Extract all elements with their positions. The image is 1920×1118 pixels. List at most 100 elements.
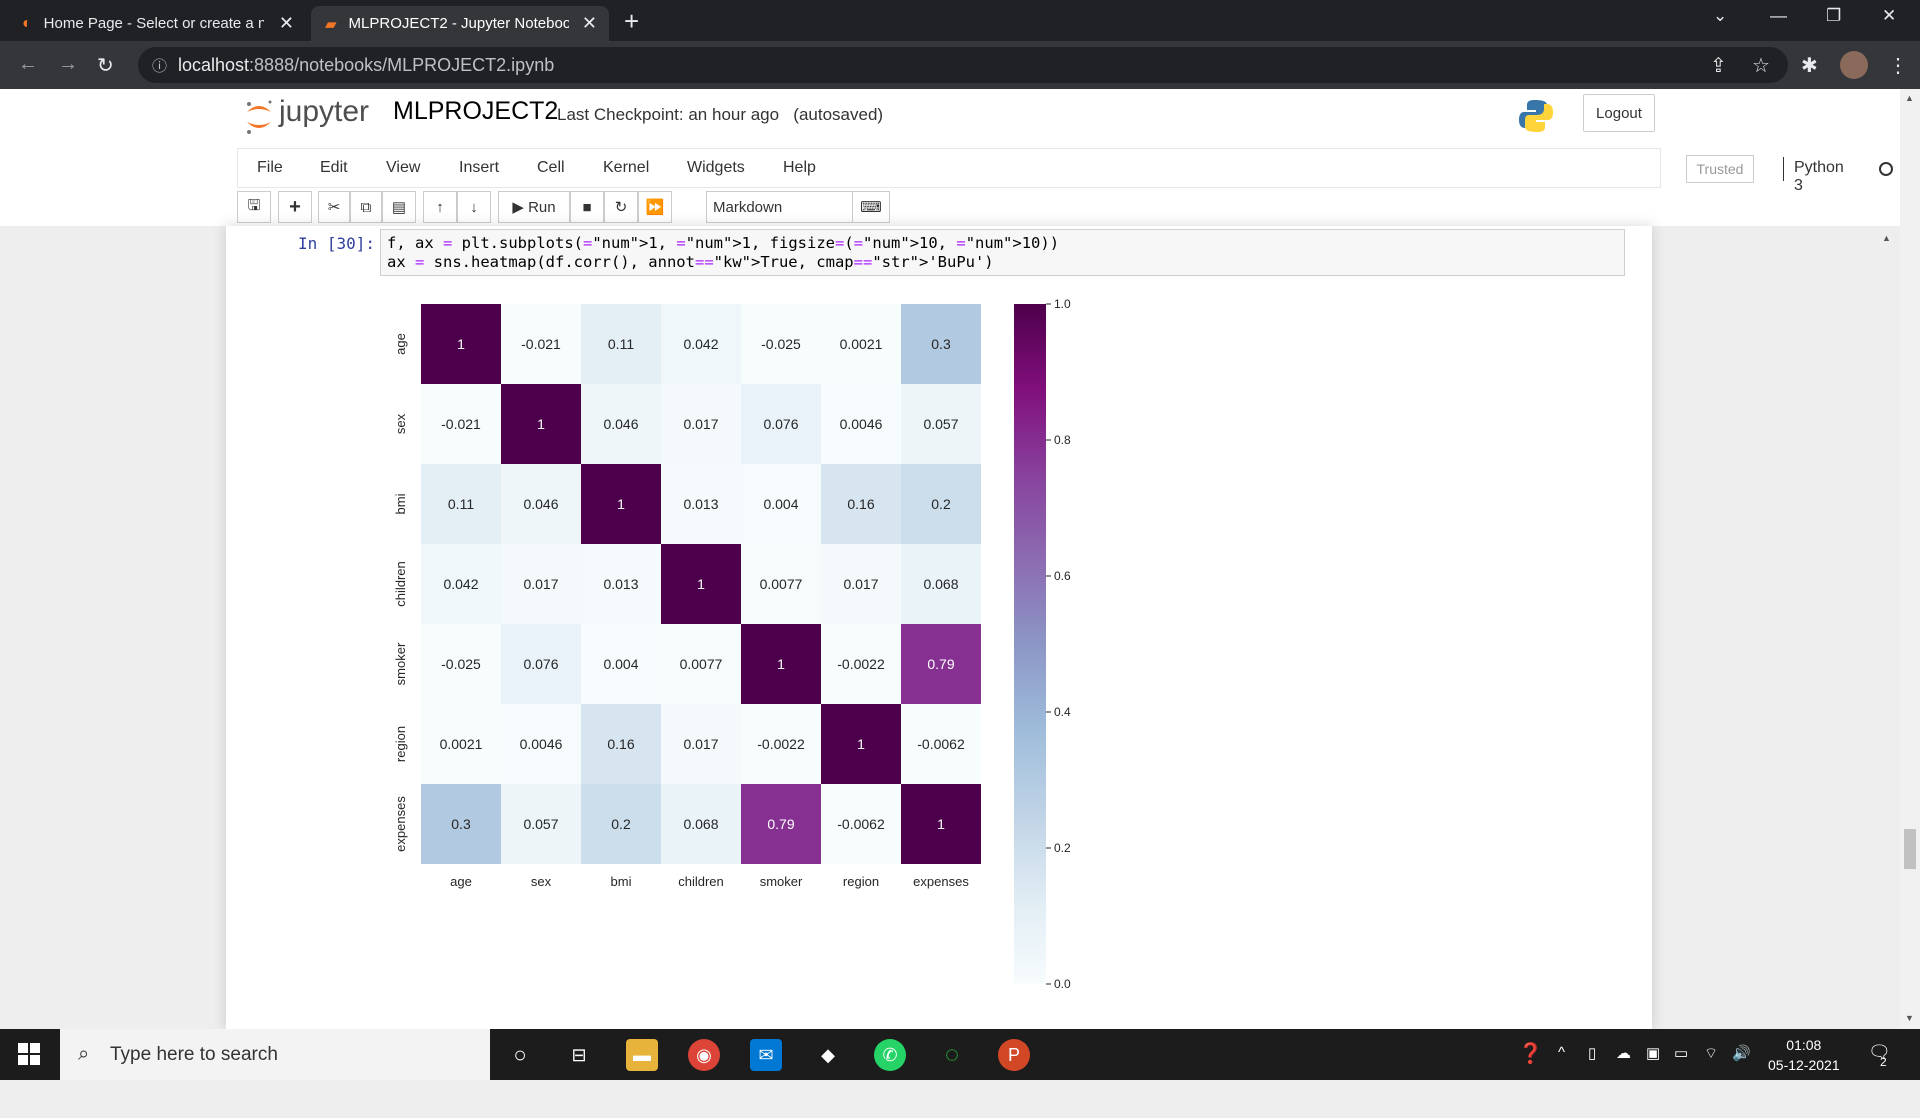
restart-run-all-button[interactable]: ⏩ [638, 191, 672, 223]
tab-search-icon[interactable]: ⌄ [1713, 6, 1727, 26]
trusted-indicator[interactable]: Trusted [1686, 155, 1754, 183]
kernel-name[interactable]: Python 3 [1794, 159, 1844, 195]
clock[interactable]: 01:08 05-12-2021 [1768, 1035, 1840, 1075]
menu-help[interactable]: Help [783, 159, 816, 177]
keyboard-icon: ⌨ [860, 199, 882, 216]
divider [1783, 157, 1784, 181]
close-icon[interactable]: ✕ [582, 13, 597, 34]
paste-icon: ▤ [391, 199, 407, 216]
scroll-down-icon[interactable]: ▼ [1905, 1013, 1914, 1023]
device-icon[interactable]: ▯ [1588, 1044, 1596, 1062]
move-down-button[interactable]: ↓ [457, 191, 491, 223]
cut-button[interactable]: ✂ [318, 191, 350, 223]
reload-icon[interactable]: ↻ [97, 53, 114, 78]
battery-icon[interactable]: ▭ [1674, 1044, 1688, 1062]
menu-cell[interactable]: Cell [537, 159, 565, 177]
menu-file[interactable]: File [257, 159, 283, 177]
cortana-icon[interactable]: ○ [504, 1039, 536, 1071]
insert-cell-button[interactable]: + [278, 191, 312, 223]
y-tick-label: bmi [393, 493, 408, 514]
copy-button[interactable]: ⧉ [350, 191, 382, 223]
close-icon[interactable]: ✕ [279, 13, 294, 34]
heatmap-annotation: 0.16 [607, 736, 634, 752]
window-close-icon[interactable]: ✕ [1882, 6, 1896, 26]
menu-view[interactable]: View [386, 159, 420, 177]
tray-expand-icon[interactable]: ^ [1558, 1044, 1565, 1061]
heatmap-annotation: -0.025 [441, 656, 481, 672]
new-tab-icon[interactable]: + [624, 6, 639, 37]
back-icon[interactable]: ← [18, 53, 38, 76]
run-button[interactable]: ▶ Run [498, 191, 570, 223]
heatmap-annotation: 0.004 [603, 656, 638, 672]
menu-kernel[interactable]: Kernel [603, 159, 649, 177]
jupyter-header: jupyter MLPROJECT2 Last Checkpoint: an h… [0, 89, 1900, 144]
windows-start-icon[interactable] [18, 1043, 40, 1065]
share-icon[interactable]: ⇪ [1710, 53, 1727, 78]
notification-count: 2 [1880, 1055, 1887, 1069]
windows-taskbar: ⌕ Type here to search ○ ⊟ ▬ ◉ ✉ ◆ ✆ ◌ P … [0, 1029, 1920, 1080]
forward-icon[interactable]: → [58, 53, 78, 76]
heatmap-annotation: 0.11 [448, 496, 474, 512]
restart-button[interactable]: ↻ [604, 191, 638, 223]
run-label: Run [528, 198, 556, 216]
file-explorer-icon[interactable]: ▬ [626, 1039, 658, 1071]
y-tick-label: smoker [393, 642, 408, 685]
heatmap-annotation: -0.021 [441, 416, 481, 432]
jupyter-app-icon[interactable]: ◌ [936, 1039, 968, 1071]
bookmark-star-icon[interactable]: ☆ [1752, 53, 1770, 78]
powerpoint-icon[interactable]: P [998, 1039, 1030, 1071]
colorbar-tick-label: 0.6 [1054, 569, 1071, 583]
interrupt-button[interactable]: ■ [570, 191, 604, 223]
input-prompt: In [30]: [298, 234, 376, 253]
chrome-icon[interactable]: ◉ [688, 1039, 720, 1071]
taskbar-search[interactable]: ⌕ Type here to search [60, 1029, 490, 1080]
scrollbar-thumb[interactable] [1904, 829, 1916, 869]
x-tick-label: children [678, 874, 724, 889]
checkpoint-status: Last Checkpoint: an hour ago (autosaved) [557, 105, 883, 125]
save-button[interactable]: 🖫 [237, 191, 271, 223]
x-tick-label: age [450, 874, 472, 889]
x-tick-label: region [843, 874, 879, 889]
heatmap-annotation: 1 [537, 416, 545, 432]
heatmap-annotation: 0.0077 [760, 576, 803, 592]
url-path: :8888/notebooks/MLPROJECT2.ipynb [249, 54, 555, 75]
task-view-icon[interactable]: ⊟ [563, 1039, 595, 1071]
inner-scroll-up-icon[interactable]: ▲ [1882, 233, 1891, 243]
avatar[interactable] [1840, 51, 1868, 79]
paste-button[interactable]: ▤ [382, 191, 416, 223]
scroll-up-icon[interactable]: ▲ [1905, 93, 1914, 103]
whatsapp-icon[interactable]: ✆ [874, 1039, 906, 1071]
help-icon[interactable]: ❓ [1518, 1041, 1543, 1066]
tab-home-page[interactable]: ◐ Home Page - Select or create a n ✕ [8, 6, 306, 41]
extensions-icon[interactable]: ✱ [1801, 53, 1818, 78]
wifi-icon[interactable]: ⌔ [1704, 1044, 1718, 1063]
correlation-heatmap: 1 -0.021 0.11 0.042 -0.025 0.0021 0.3 -0.021 1 0.… [393, 297, 1071, 991]
y-tick-label: children [393, 561, 408, 607]
browser-menu-icon[interactable]: ⋮ [1888, 53, 1908, 78]
restore-icon[interactable]: ❐ [1826, 6, 1841, 26]
logout-button[interactable]: Logout [1583, 94, 1655, 132]
notebook-name[interactable]: MLPROJECT2 [393, 97, 558, 126]
url-field[interactable]: ⓘ localhost :8888/notebooks/MLPROJECT2.i… [138, 47, 1788, 83]
mail-icon[interactable]: ✉ [750, 1039, 782, 1071]
x-tick-label: sex [531, 874, 552, 889]
code-cell-input[interactable]: f, ax = plt.subplots(="num">1, ="num">1,… [380, 229, 1625, 276]
minimize-icon[interactable]: — [1770, 6, 1787, 26]
volume-icon[interactable]: 🔊 [1732, 1044, 1751, 1062]
display-icon[interactable]: ▣ [1646, 1044, 1660, 1062]
jupyter-logo-icon [247, 100, 272, 134]
onedrive-icon[interactable]: ☁ [1616, 1044, 1631, 1062]
dropbox-icon[interactable]: ◆ [812, 1039, 844, 1071]
menu-insert[interactable]: Insert [459, 159, 499, 177]
tab-notebook[interactable]: ▰ MLPROJECT2 - Jupyter Notebook ✕ [311, 6, 609, 41]
page-scrollbar[interactable]: ▲ ▼ [1900, 89, 1920, 1029]
command-palette-button[interactable]: ⌨ [852, 191, 890, 223]
scissors-icon: ✂ [327, 199, 341, 216]
move-up-button[interactable]: ↑ [423, 191, 457, 223]
menu-edit[interactable]: Edit [320, 159, 348, 177]
clock-date: 05-12-2021 [1768, 1057, 1840, 1073]
info-icon: ⓘ [152, 57, 168, 75]
restart-icon: ↻ [614, 199, 628, 216]
menu-widgets[interactable]: Widgets [687, 159, 745, 177]
heatmap-annotation: 0.0021 [440, 736, 483, 752]
